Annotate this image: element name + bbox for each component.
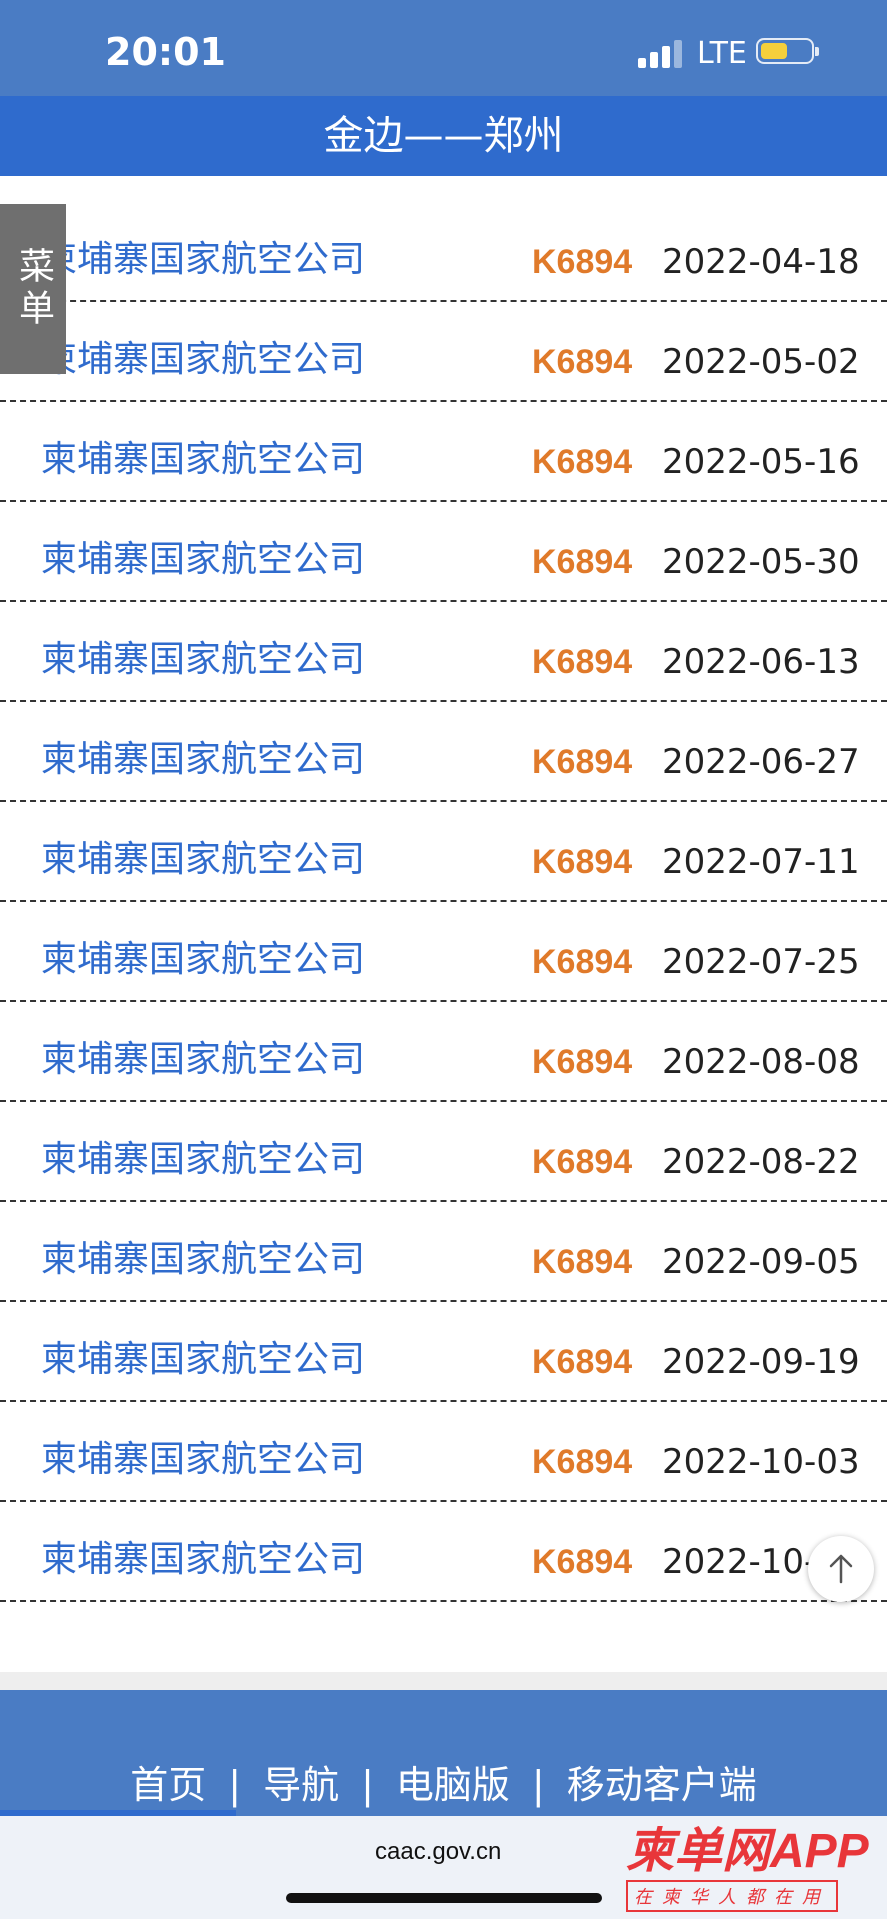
footer-separator: | (531, 1763, 545, 1807)
flight-row[interactable]: 柬埔寨国家航空公司 K6894 2022-06-13 (0, 602, 887, 702)
flight-date: 2022-06-13 (662, 642, 860, 682)
airline-link[interactable]: 柬埔寨国家航空公司 (41, 230, 365, 282)
flight-number: K6894 (532, 843, 633, 881)
footer-link-nav[interactable]: 导航 (263, 1763, 339, 1807)
flight-row[interactable]: 柬埔寨国家航空公司 K6894 2022-08-22 (0, 1102, 887, 1202)
section-gap (0, 1672, 887, 1690)
flight-date: 2022-10- (662, 1542, 817, 1582)
flight-row[interactable]: 柬埔寨国家航空公司 K6894 2022-08-08 (0, 1002, 887, 1102)
flight-number: K6894 (532, 643, 633, 681)
airline-link[interactable]: 柬埔寨国家航空公司 (41, 1130, 365, 1182)
airline-link[interactable]: 柬埔寨国家航空公司 (41, 1030, 365, 1082)
flight-date: 2022-06-27 (662, 742, 860, 782)
footer-separator: | (361, 1763, 374, 1807)
flight-number: K6894 (532, 1343, 633, 1381)
flight-date: 2022-09-19 (662, 1342, 860, 1382)
flight-number: K6894 (532, 1543, 633, 1581)
url-display[interactable]: caac.gov.cn (375, 1838, 501, 1866)
flight-date: 2022-09-05 (662, 1242, 860, 1282)
network-type: LTE (697, 36, 747, 71)
airline-link[interactable]: 柬埔寨国家航空公司 (41, 1530, 365, 1582)
airline-link[interactable]: 柬埔寨国家航空公司 (41, 330, 365, 382)
airline-link[interactable]: 柬埔寨国家航空公司 (41, 1230, 365, 1282)
flight-row[interactable]: 柬埔寨国家航空公司 K6894 2022-06-27 (0, 702, 887, 802)
flight-date: 2022-08-08 (662, 1042, 860, 1082)
flight-row[interactable]: 柬埔寨国家航空公司 K6894 2022-05-02 (0, 302, 887, 402)
airline-link[interactable]: 柬埔寨国家航空公司 (41, 830, 365, 882)
flight-number: K6894 (532, 1043, 633, 1081)
flight-number: K6894 (532, 443, 633, 481)
browser-bottom-bar: caac.gov.cn 柬单网APP 在柬华人都在用 (0, 1816, 887, 1919)
flight-row[interactable]: 柬埔寨国家航空公司 K6894 2022-10-03 (0, 1402, 887, 1502)
airline-link[interactable]: 柬埔寨国家航空公司 (41, 430, 365, 482)
flight-number: K6894 (532, 943, 633, 981)
flight-date: 2022-05-16 (662, 442, 860, 482)
status-time: 20:01 (105, 30, 226, 74)
watermark-logo: 柬单网APP 在柬华人都在用 (626, 1826, 884, 1914)
menu-button[interactable]: 菜单 (0, 204, 66, 374)
flight-row[interactable]: 柬埔寨国家航空公司 K6894 2022-05-16 (0, 402, 887, 502)
footer: 首页 | 导航 | 电脑版 | 移动客户端 (0, 1690, 887, 1816)
flight-date: 2022-07-25 (662, 942, 860, 982)
flight-number: K6894 (532, 243, 633, 281)
airline-link[interactable]: 柬埔寨国家航空公司 (41, 730, 365, 782)
airline-link[interactable]: 柬埔寨国家航空公司 (41, 630, 365, 682)
flight-row[interactable]: 柬埔寨国家航空公司 K6894 2022-10- (0, 1502, 887, 1602)
footer-link-home[interactable]: 首页 (130, 1763, 206, 1807)
footer-separator: | (228, 1763, 242, 1807)
flight-number: K6894 (532, 1443, 633, 1481)
home-indicator[interactable] (286, 1893, 602, 1903)
footer-nav: 首页 | 导航 | 电脑版 | 移动客户端 (0, 1754, 887, 1809)
flight-row[interactable]: 柬埔寨国家航空公司 K6894 2022-09-19 (0, 1302, 887, 1402)
flight-row[interactable]: 柬埔寨国家航空公司 K6894 2022-07-25 (0, 902, 887, 1002)
flight-number: K6894 (532, 1143, 633, 1181)
signal-icon (638, 38, 684, 68)
flight-number: K6894 (532, 343, 633, 381)
flight-date: 2022-04-18 (662, 242, 860, 282)
airline-link[interactable]: 柬埔寨国家航空公司 (41, 1430, 365, 1482)
status-bar: 20:01 LTE (0, 0, 887, 96)
airline-link[interactable]: 柬埔寨国家航空公司 (41, 530, 365, 582)
flight-date: 2022-08-22 (662, 1142, 860, 1182)
airline-link[interactable]: 柬埔寨国家航空公司 (41, 930, 365, 982)
flight-row[interactable]: 柬埔寨国家航空公司 K6894 2022-09-05 (0, 1202, 887, 1302)
page-title: 金边——郑州 (0, 96, 887, 176)
flight-row[interactable]: 柬埔寨国家航空公司 K6894 2022-04-18 (0, 178, 887, 302)
flight-list: 柬埔寨国家航空公司 K6894 2022-04-18 柬埔寨国家航空公司 K6894 20… (0, 178, 887, 1602)
scroll-to-top-button[interactable] (808, 1536, 874, 1602)
watermark-sub: 在柬华人都在用 (626, 1880, 838, 1912)
flight-number: K6894 (532, 1243, 633, 1281)
flight-date: 2022-10-03 (662, 1442, 860, 1482)
arrow-up-icon (829, 1554, 853, 1584)
flight-row[interactable]: 柬埔寨国家航空公司 K6894 2022-07-11 (0, 802, 887, 902)
flight-date: 2022-05-02 (662, 342, 860, 382)
footer-link-mobile-client[interactable]: 移动客户端 (567, 1763, 757, 1807)
flight-row[interactable]: 柬埔寨国家航空公司 K6894 2022-05-30 (0, 502, 887, 602)
flight-date: 2022-07-11 (662, 842, 860, 882)
flight-number: K6894 (532, 743, 633, 781)
watermark-main: 柬单网APP (626, 1825, 869, 1878)
flight-number: K6894 (532, 543, 633, 581)
battery-icon (756, 38, 819, 64)
flight-date: 2022-05-30 (662, 542, 860, 582)
airline-link[interactable]: 柬埔寨国家航空公司 (41, 1330, 365, 1382)
footer-link-desktop[interactable]: 电脑版 (396, 1763, 510, 1807)
